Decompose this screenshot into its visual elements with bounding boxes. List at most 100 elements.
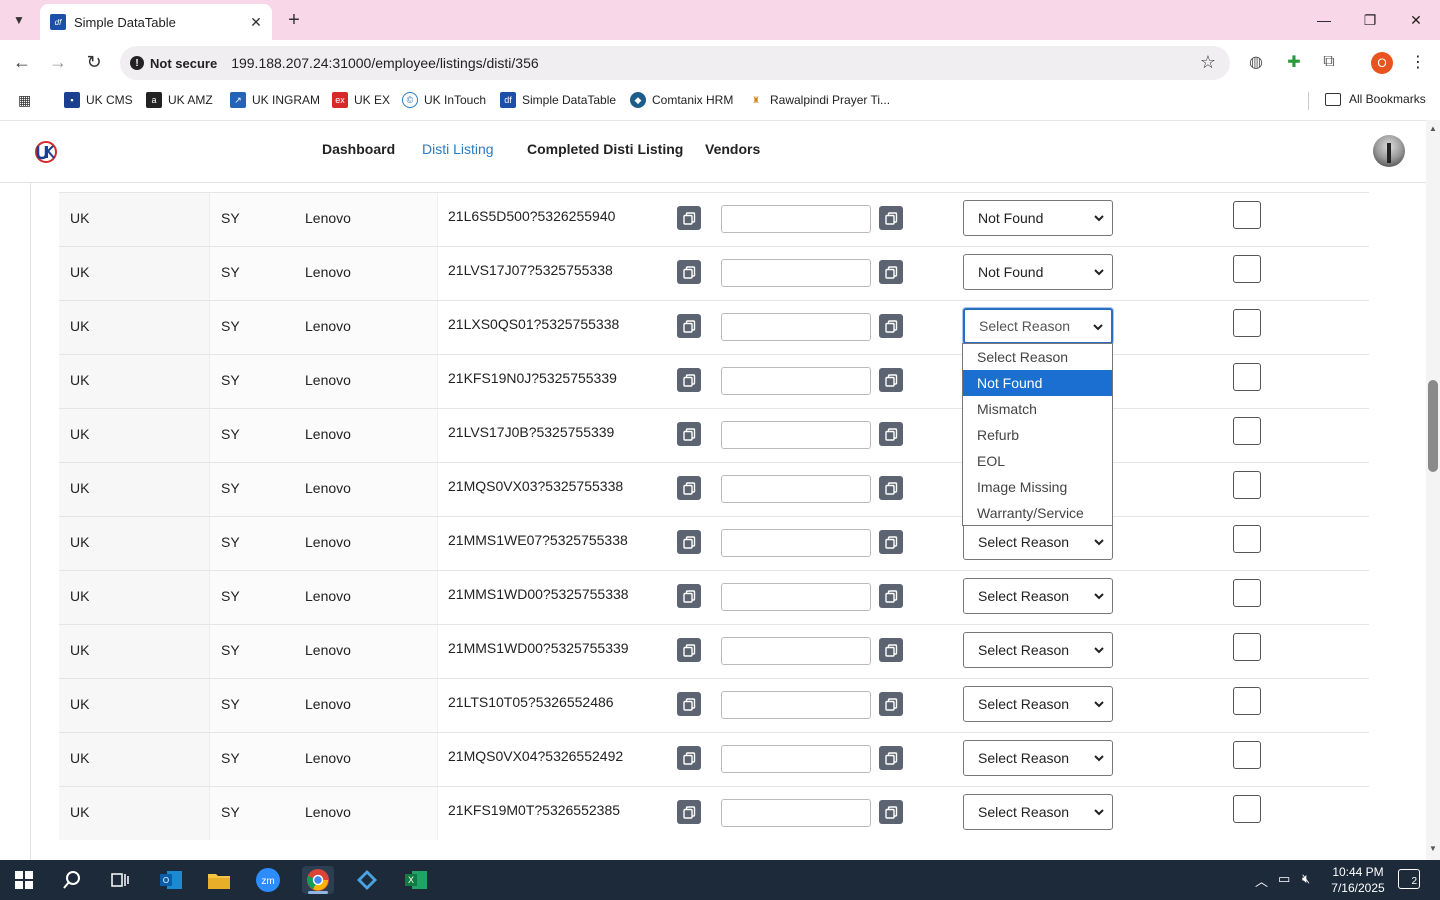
row-checkbox[interactable] xyxy=(1233,525,1261,553)
notification-center-icon[interactable]: 2 xyxy=(1398,869,1420,889)
copy-sku-button[interactable] xyxy=(677,800,701,824)
forward-arrow-icon[interactable]: → xyxy=(46,50,70,74)
bookmark-comtanix-hrm[interactable]: ◆ Comtanix HRM xyxy=(630,92,733,108)
mpn-input[interactable] xyxy=(721,367,871,395)
copy-sku-button[interactable] xyxy=(677,746,701,770)
copy-sku-button[interactable] xyxy=(677,692,701,716)
restore-icon[interactable]: ❐ xyxy=(1358,8,1382,32)
row-checkbox[interactable] xyxy=(1233,255,1261,283)
mpn-input[interactable] xyxy=(721,475,871,503)
reason-select[interactable]: Select Reason xyxy=(963,308,1113,344)
back-arrow-icon[interactable]: ← xyxy=(10,50,34,74)
task-view-icon[interactable] xyxy=(104,866,136,894)
translate-globe-icon[interactable]: ◍ xyxy=(1244,50,1268,74)
copy-sku-button[interactable] xyxy=(677,368,701,392)
mpn-input[interactable] xyxy=(721,529,871,557)
paste-button[interactable] xyxy=(879,692,903,716)
copy-sku-button[interactable] xyxy=(677,530,701,554)
reason-select[interactable]: Select Reason xyxy=(963,740,1113,776)
copy-sku-button[interactable] xyxy=(677,260,701,284)
new-tab-plus-icon[interactable]: + xyxy=(282,8,306,32)
copy-sku-button[interactable] xyxy=(677,206,701,230)
mpn-input[interactable] xyxy=(721,583,871,611)
security-indicator[interactable]: ! Not secure xyxy=(130,56,217,71)
address-bar[interactable]: ! Not secure 199.188.207.24:31000/employ… xyxy=(120,46,1230,80)
bookmark-uk-cms[interactable]: ▪ UK CMS xyxy=(64,92,133,108)
copy-sku-button[interactable] xyxy=(677,476,701,500)
browser-tab[interactable]: df Simple DataTable ✕ xyxy=(40,4,272,40)
scroll-down-icon[interactable]: ▼ xyxy=(1429,844,1437,853)
url-text[interactable]: 199.188.207.24:31000/employee/listings/d… xyxy=(231,55,538,71)
paste-button[interactable] xyxy=(879,584,903,608)
mpn-input[interactable] xyxy=(721,637,871,665)
chrome-taskbar-icon[interactable] xyxy=(302,866,334,894)
mpn-input[interactable] xyxy=(721,259,871,287)
paste-button[interactable] xyxy=(879,206,903,230)
user-avatar[interactable] xyxy=(1373,135,1405,167)
reload-icon[interactable]: ↻ xyxy=(82,50,106,74)
nav-dashboard[interactable]: Dashboard xyxy=(322,141,395,157)
reason-select[interactable]: Not Found xyxy=(963,254,1113,290)
copy-sku-button[interactable] xyxy=(677,314,701,338)
extension-puzzle-green-icon[interactable]: ✚ xyxy=(1282,50,1306,74)
apps-grid-icon[interactable]: ▦ xyxy=(18,92,34,108)
paste-button[interactable] xyxy=(879,746,903,770)
vscode-like-icon[interactable] xyxy=(351,866,383,894)
dropdown-option[interactable]: Refurb xyxy=(963,422,1112,448)
paste-button[interactable] xyxy=(879,800,903,824)
scrollbar-thumb[interactable] xyxy=(1428,380,1438,472)
dropdown-option[interactable]: Mismatch xyxy=(963,396,1112,422)
tray-chevron-up-icon[interactable]: ︿ xyxy=(1255,871,1268,890)
tab-search-chevron-icon[interactable]: ▼ xyxy=(6,8,32,32)
more-menu-icon[interactable]: ⋮ xyxy=(1406,50,1430,74)
bookmark-rawalpindi-prayer[interactable]: ♜ Rawalpindi Prayer Ti... xyxy=(748,92,890,108)
dropdown-option[interactable]: EOL xyxy=(963,448,1112,474)
row-checkbox[interactable] xyxy=(1233,471,1261,499)
row-checkbox[interactable] xyxy=(1233,741,1261,769)
paste-button[interactable] xyxy=(879,638,903,662)
reason-select[interactable]: Select Reason xyxy=(963,686,1113,722)
uk-logo-icon[interactable] xyxy=(33,139,59,165)
search-icon[interactable] xyxy=(56,866,88,894)
reason-select[interactable]: Select Reason xyxy=(963,632,1113,668)
bookmark-simple-datatable[interactable]: df Simple DataTable xyxy=(500,92,616,108)
dropdown-option[interactable]: Not Found xyxy=(963,370,1112,396)
scroll-up-icon[interactable]: ▲ xyxy=(1429,124,1437,133)
row-checkbox[interactable] xyxy=(1233,363,1261,391)
all-bookmarks-button[interactable]: All Bookmarks xyxy=(1325,92,1426,106)
bookmark-uk-ingram[interactable]: ↗ UK INGRAM xyxy=(230,92,320,108)
nav-completed-disti-listing[interactable]: Completed Disti Listing xyxy=(527,141,683,157)
paste-button[interactable] xyxy=(879,260,903,284)
row-checkbox[interactable] xyxy=(1233,309,1261,337)
dropdown-option[interactable]: Image Missing xyxy=(963,474,1112,500)
reason-select[interactable]: Select Reason xyxy=(963,524,1113,560)
reason-select[interactable]: Not Found xyxy=(963,200,1113,236)
paste-button[interactable] xyxy=(879,422,903,446)
reason-select[interactable]: Select Reason xyxy=(963,794,1113,830)
excel-icon[interactable]: X xyxy=(400,866,432,894)
row-checkbox[interactable] xyxy=(1233,201,1261,229)
copy-sku-button[interactable] xyxy=(677,422,701,446)
profile-avatar[interactable]: O xyxy=(1371,52,1393,74)
nav-vendors[interactable]: Vendors xyxy=(705,141,760,157)
bookmark-star-icon[interactable]: ☆ xyxy=(1200,52,1216,73)
close-window-icon[interactable]: ✕ xyxy=(1404,8,1428,32)
bookmark-uk-intouch[interactable]: © UK InTouch xyxy=(402,92,486,108)
row-checkbox[interactable] xyxy=(1233,417,1261,445)
bookmark-uk-ex[interactable]: ex UK EX xyxy=(332,92,390,108)
paste-button[interactable] xyxy=(879,530,903,554)
extensions-puzzle-icon[interactable]: ⧉ xyxy=(1317,50,1341,74)
minimize-icon[interactable]: — xyxy=(1312,8,1336,32)
file-explorer-icon[interactable] xyxy=(203,866,235,894)
reason-select[interactable]: Select Reason xyxy=(963,578,1113,614)
nav-disti-listing[interactable]: Disti Listing xyxy=(422,141,494,157)
mpn-input[interactable] xyxy=(721,691,871,719)
dropdown-option[interactable]: Warranty/Service xyxy=(963,500,1112,526)
paste-button[interactable] xyxy=(879,314,903,338)
network-icon[interactable]: ▭ xyxy=(1278,871,1290,887)
paste-button[interactable] xyxy=(879,476,903,500)
mpn-input[interactable] xyxy=(721,205,871,233)
mpn-input[interactable] xyxy=(721,745,871,773)
bookmark-uk-amz[interactable]: a UK AMZ xyxy=(146,92,213,108)
page-scrollbar[interactable]: ▲ ▼ xyxy=(1426,120,1440,860)
